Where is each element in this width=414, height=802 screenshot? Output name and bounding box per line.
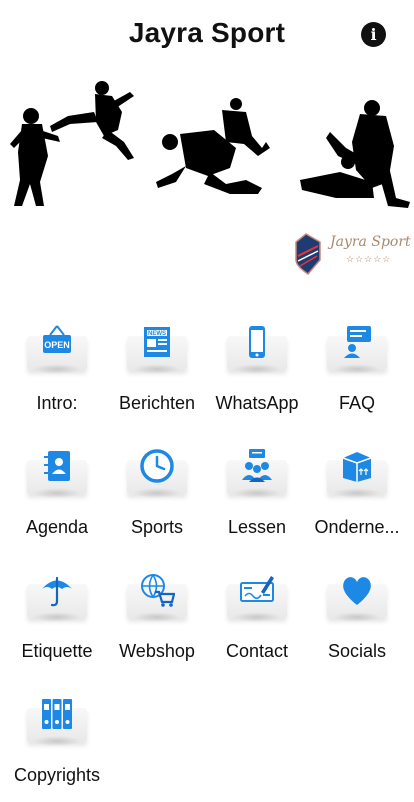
menu-item-agenda[interactable]: Agenda	[8, 444, 106, 554]
tile-card	[227, 568, 287, 622]
svg-text:NEWS: NEWS	[148, 331, 166, 337]
tile-label: Lessen	[227, 517, 287, 537]
brand-stars: ☆☆☆☆☆	[346, 254, 392, 264]
svg-text:OPEN: OPEN	[44, 340, 70, 350]
menu-item-faq[interactable]: FAQ	[308, 320, 406, 430]
contact-book-icon	[44, 451, 70, 481]
globe-cart-icon	[141, 574, 175, 607]
tile-card	[327, 320, 387, 374]
tile-card: OPEN	[27, 320, 87, 374]
martial-arts-silhouettes-illustration	[10, 81, 410, 208]
menu-item-etiquette[interactable]: Etiquette	[8, 568, 106, 678]
info-icon[interactable]: i	[361, 22, 386, 47]
smartphone-icon	[249, 326, 265, 358]
tile-card	[127, 444, 187, 498]
clock-icon	[140, 449, 174, 483]
menu-item-onderneming[interactable]: Onderne...	[308, 444, 406, 554]
menu-item-socials[interactable]: Socials	[308, 568, 406, 678]
app-title: Jayra Sport	[128, 17, 286, 48]
tile-label: FAQ	[338, 393, 375, 413]
menu-item-contact[interactable]: Contact	[208, 568, 306, 678]
menu-item-whatsapp[interactable]: WhatsApp	[208, 320, 306, 430]
check-signature-icon	[240, 576, 274, 602]
menu-item-lessen[interactable]: Lessen	[208, 444, 306, 554]
package-box-icon	[342, 452, 372, 482]
tile-label: Etiquette	[21, 641, 93, 661]
heart-icon	[343, 577, 371, 605]
umbrella-icon	[42, 576, 72, 607]
menu-item-berichten[interactable]: NEWS Berichten	[108, 320, 206, 430]
tile-card	[27, 444, 87, 498]
hero-banner	[0, 72, 414, 222]
info-glyph: i	[370, 25, 377, 44]
open-sign-icon: OPEN	[43, 325, 71, 353]
newspaper-icon: NEWS	[144, 327, 170, 357]
tile-card	[27, 692, 87, 746]
app-header: Jayra Sport i	[0, 0, 414, 70]
menu-item-sports[interactable]: Sports	[108, 444, 206, 554]
tile-label: Onderne...	[314, 517, 400, 537]
tile-card	[227, 320, 287, 374]
binders-icon	[42, 699, 72, 729]
group-meeting-icon	[242, 449, 272, 482]
brand-logo: Jayra Sport ☆☆☆☆☆	[292, 228, 412, 280]
tile-label: Webshop	[119, 641, 195, 661]
tile-label: Contact	[225, 641, 289, 661]
tile-card	[27, 568, 87, 622]
tile-card	[127, 568, 187, 622]
tile-label: Socials	[327, 641, 387, 661]
tile-label: Agenda	[25, 517, 89, 537]
tile-card	[327, 444, 387, 498]
tile-label: WhatsApp	[215, 393, 299, 413]
brand-name: Jayra Sport	[330, 234, 411, 250]
tile-card: NEWS	[127, 320, 187, 374]
tile-label: Berichten	[118, 393, 196, 413]
tile-card	[227, 444, 287, 498]
tile-card	[327, 568, 387, 622]
tile-label: Copyrights	[13, 765, 101, 785]
tile-label: Sports	[130, 517, 184, 537]
menu-item-copyrights[interactable]: Copyrights	[8, 692, 106, 802]
tile-label: Intro:	[36, 393, 78, 413]
menu-item-webshop[interactable]: Webshop	[108, 568, 206, 678]
faq-chat-icon	[344, 326, 371, 358]
menu-item-intro[interactable]: OPEN Intro:	[8, 320, 106, 430]
